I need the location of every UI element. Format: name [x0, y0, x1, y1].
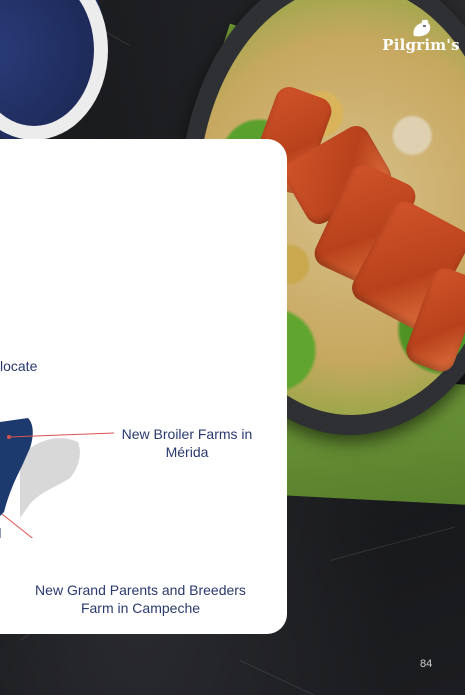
pilgrims-logo: Pilgrim's	[381, 18, 461, 63]
callout-broiler-line1: New Broiler Farms in	[121, 426, 253, 442]
callout-breeders-line1: New Grand Parents and Breeders	[35, 582, 246, 598]
partial-heading: locate	[0, 358, 38, 374]
brochure-page: Pilgrim's locate New Broiler Farms in Mé…	[0, 0, 465, 695]
yucatan-map	[0, 418, 115, 538]
page-number: 84	[420, 658, 433, 670]
callout-breeders-line2: Farm in Campeche	[80, 600, 201, 616]
rooster-icon	[413, 19, 431, 37]
callout-broiler-farms: New Broiler Farms in Mérida	[112, 425, 262, 461]
callout-breeders-farm: New Grand Parents and Breeders Farm in C…	[18, 581, 263, 617]
callout-broiler-line2: Mérida	[165, 444, 209, 460]
logo-wordmark: Pilgrim's	[382, 36, 460, 54]
info-card	[0, 139, 287, 634]
